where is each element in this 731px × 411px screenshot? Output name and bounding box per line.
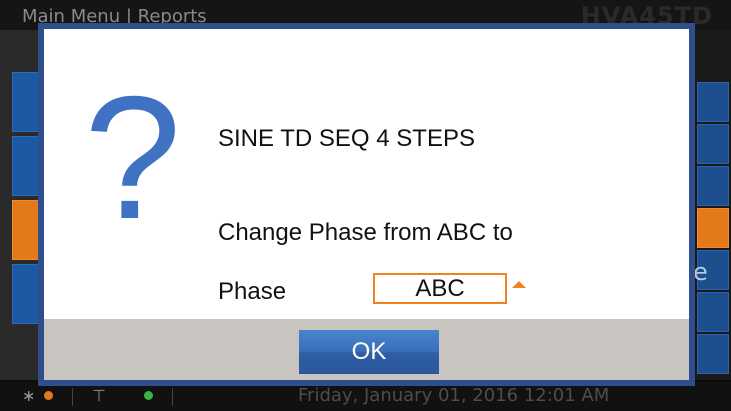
status-indicator-orange	[44, 391, 53, 400]
phase-up-arrow-icon[interactable]	[512, 281, 526, 288]
background-list-row	[697, 292, 729, 332]
ok-button[interactable]: OK	[299, 330, 439, 374]
dialog-footer: OK	[44, 319, 689, 380]
status-separator	[172, 388, 173, 406]
background-list-row	[697, 334, 729, 374]
dialog-message: Change Phase from ABC to	[218, 219, 513, 246]
bluetooth-icon: ∗	[22, 386, 36, 405]
status-bar: ∗ ⊤ Friday, January 01, 2016 12:01 AM	[0, 382, 731, 411]
confirm-dialog: ? SINE TD SEQ 4 STEPS Change Phase from …	[38, 23, 695, 386]
status-indicator-green	[144, 391, 153, 400]
phase-select[interactable]: ABC	[373, 273, 507, 304]
background-list-row	[697, 124, 729, 164]
background-list-row	[697, 82, 729, 122]
phase-label: Phase	[218, 278, 287, 305]
background-list-row	[697, 166, 729, 206]
status-clock: Friday, January 01, 2016 12:01 AM	[298, 385, 610, 406]
dialog-title: SINE TD SEQ 4 STEPS	[218, 125, 475, 152]
status-separator	[72, 388, 73, 406]
background-list-row-selected	[697, 208, 729, 248]
usb-icon: ⊤	[92, 386, 106, 405]
question-mark-icon: ?	[84, 61, 182, 256]
background-partial-text: e	[693, 258, 708, 286]
